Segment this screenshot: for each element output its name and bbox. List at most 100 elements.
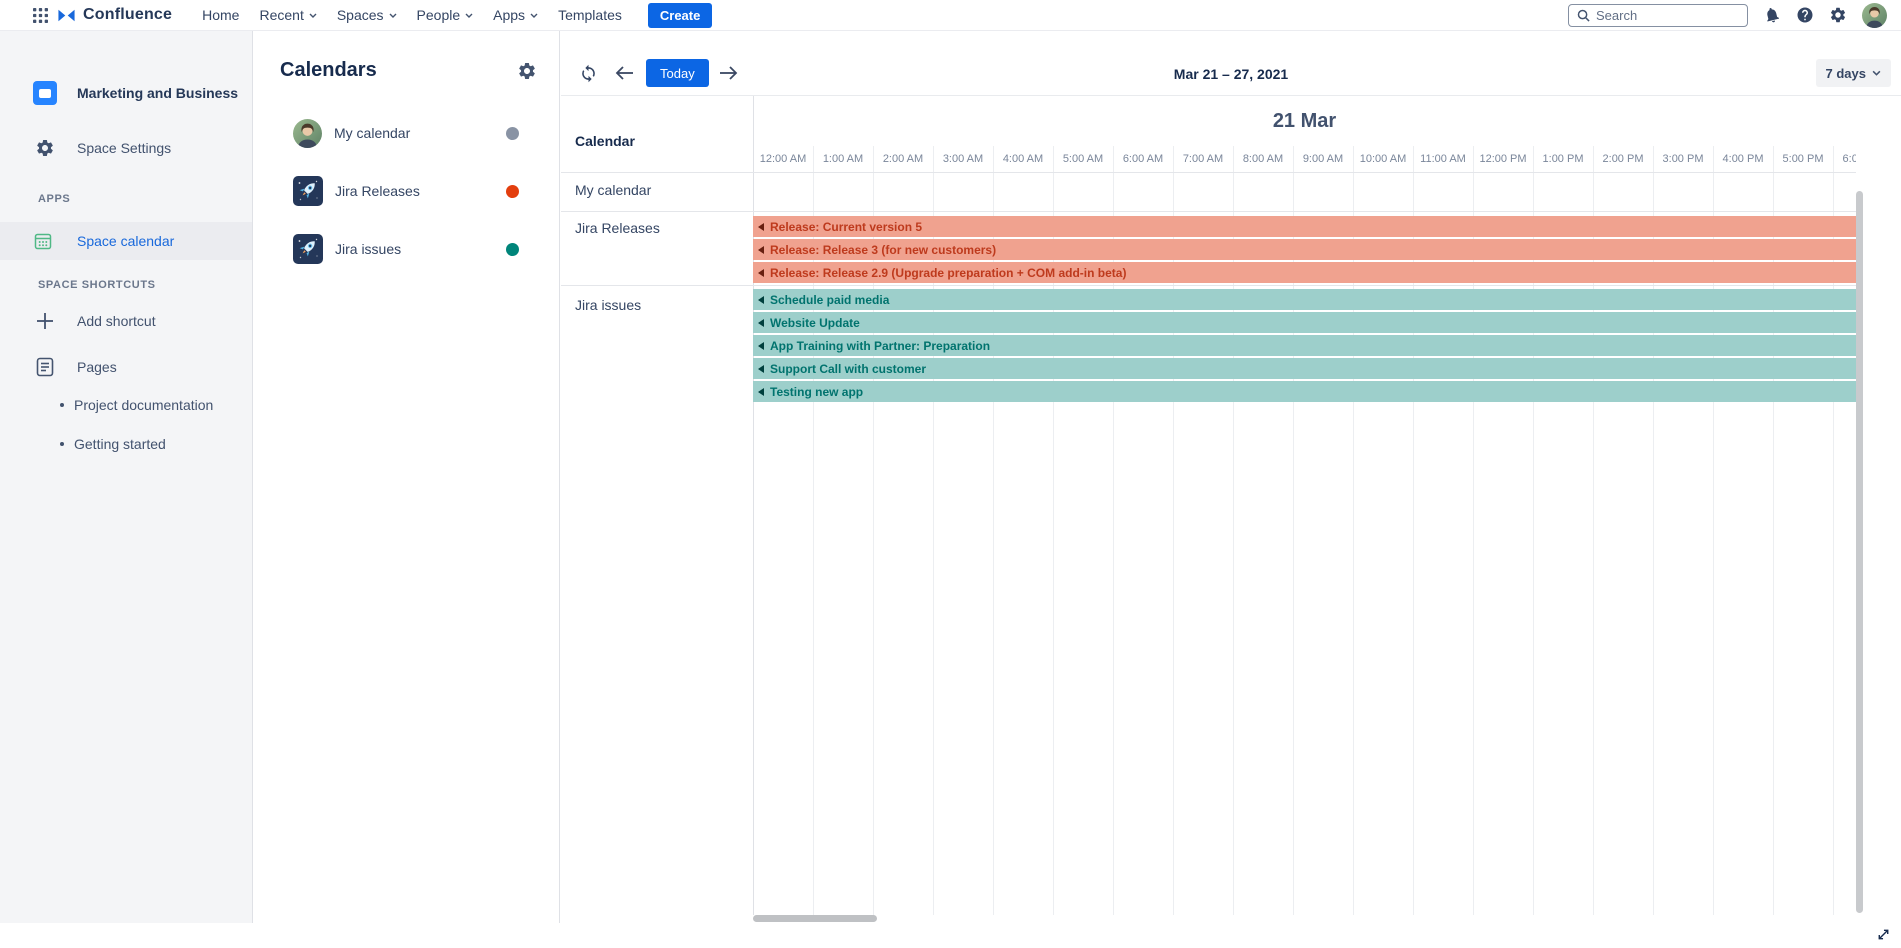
- search-box[interactable]: [1568, 4, 1748, 27]
- event-bar[interactable]: Schedule paid media: [753, 289, 1856, 310]
- event-bar[interactable]: Release: Current version 5: [753, 216, 1856, 237]
- nav-templates[interactable]: Templates: [548, 0, 632, 31]
- sidebar-item-space-settings[interactable]: Space Settings: [0, 130, 252, 166]
- row-divider: [561, 172, 1856, 173]
- event-bar[interactable]: Release: Release 3 (for new customers): [753, 239, 1856, 260]
- refresh-icon[interactable]: [576, 61, 600, 85]
- calendars-panel: Calendars My calendar: [254, 31, 560, 923]
- notifications-bell-icon[interactable]: [1761, 4, 1783, 26]
- event-title: Support Call with customer: [770, 362, 926, 376]
- bullet-icon: [60, 442, 64, 446]
- chevron-down-icon: [309, 13, 317, 18]
- space-header[interactable]: Marketing and Business: [0, 73, 252, 113]
- space-avatar-icon: [33, 81, 57, 105]
- event-title: Schedule paid media: [770, 293, 889, 307]
- row-label-jira-issues: Jira issues: [575, 297, 641, 313]
- primary-nav: Home Recent Spaces People Apps Templates: [192, 0, 632, 31]
- nav-home[interactable]: Home: [192, 0, 249, 31]
- continues-left-icon: [758, 342, 764, 350]
- my-calendar-avatar: [293, 119, 322, 148]
- chevron-down-icon: [1872, 70, 1881, 76]
- today-button[interactable]: Today: [646, 59, 709, 87]
- event-title: Website Update: [770, 316, 860, 330]
- event-title: Testing new app: [770, 385, 863, 399]
- row-divider: [561, 285, 1856, 286]
- calendar-list-item-jira-issues[interactable]: Jira issues: [254, 229, 559, 269]
- search-input[interactable]: [1596, 8, 1726, 23]
- calendar-list-item-my-calendar[interactable]: My calendar: [254, 113, 559, 153]
- time-axis: 12:00 AM 1:00 AM 2:00 AM 3:00 AM 4:00 AM…: [753, 146, 1856, 172]
- confluence-logo[interactable]: Confluence: [56, 5, 172, 26]
- add-shortcut-button[interactable]: Add shortcut: [0, 303, 252, 339]
- next-week-arrow-icon[interactable]: [716, 61, 740, 85]
- day-header: 21 Mar: [753, 110, 1856, 133]
- event-bar[interactable]: Testing new app: [753, 381, 1856, 402]
- space-name: Marketing and Business: [77, 85, 238, 101]
- row-label-jira-releases: Jira Releases: [575, 220, 660, 236]
- calendar-grid: 21 Mar 12:00 AM 1:00 AM 2:00 AM 3:00 AM …: [561, 95, 1901, 915]
- date-range-label: Mar 21 – 27, 2021: [561, 66, 1901, 82]
- calendar-color-dot[interactable]: [506, 185, 519, 198]
- sidebar-section-shortcuts: SPACE SHORTCUTS: [38, 279, 156, 291]
- sidebar-section-apps: APPS: [38, 193, 70, 205]
- chevron-down-icon: [465, 13, 473, 18]
- event-bar[interactable]: Release: Release 2.9 (Upgrade preparatio…: [753, 262, 1856, 283]
- settings-gear-icon[interactable]: [1829, 6, 1847, 24]
- row-label-my-calendar: My calendar: [575, 182, 651, 198]
- event-title: Release: Current version 5: [770, 220, 922, 234]
- previous-week-arrow-icon[interactable]: [613, 61, 637, 85]
- bullet-icon: [60, 403, 64, 407]
- nav-recent[interactable]: Recent: [249, 0, 326, 31]
- event-bar[interactable]: Support Call with customer: [753, 358, 1856, 379]
- range-selector-button[interactable]: 7 days: [1816, 59, 1891, 87]
- continues-left-icon: [758, 246, 764, 254]
- pages-icon: [34, 356, 56, 378]
- calendar-main: Today Mar 21 – 27, 2021 7 days 21 Mar 12…: [561, 31, 1901, 923]
- plus-icon: [35, 311, 55, 331]
- continues-left-icon: [758, 269, 764, 277]
- page-link-getting-started[interactable]: Getting started: [0, 432, 252, 456]
- calendar-list-item-jira-releases[interactable]: Jira Releases: [254, 171, 559, 211]
- nav-apps[interactable]: Apps: [483, 0, 548, 31]
- resize-handle-icon[interactable]: [1876, 927, 1891, 942]
- chevron-down-icon: [530, 13, 538, 18]
- page-link-project-documentation[interactable]: Project documentation: [0, 393, 252, 417]
- event-bar[interactable]: Website Update: [753, 312, 1856, 333]
- calendars-panel-title: Calendars: [280, 59, 377, 82]
- calendar-color-dot[interactable]: [506, 127, 519, 140]
- user-avatar[interactable]: [1862, 3, 1887, 28]
- search-icon: [1577, 9, 1590, 22]
- app-switcher-icon[interactable]: [33, 8, 48, 23]
- calendar-icon: [33, 231, 53, 251]
- continues-left-icon: [758, 296, 764, 304]
- continues-left-icon: [758, 319, 764, 327]
- sidebar-item-space-calendar[interactable]: Space calendar: [0, 222, 252, 260]
- nav-spaces[interactable]: Spaces: [327, 0, 407, 31]
- chevron-down-icon: [389, 13, 397, 18]
- top-navigation: Confluence Home Recent Spaces People App…: [0, 0, 1901, 31]
- nav-people[interactable]: People: [407, 0, 484, 31]
- event-title: Release: Release 3 (for new customers): [770, 243, 996, 257]
- calendar-column-header: Calendar: [575, 133, 635, 149]
- confluence-app: { "colors": { "accent": "#0C66E4", "bran…: [0, 0, 1901, 948]
- row-divider: [561, 211, 1856, 212]
- event-title: App Training with Partner: Preparation: [770, 339, 990, 353]
- brand-name: Confluence: [83, 6, 172, 24]
- space-sidebar: Marketing and Business Space Settings AP…: [0, 31, 253, 923]
- continues-left-icon: [758, 365, 764, 373]
- help-icon[interactable]: [1796, 6, 1814, 24]
- vertical-scrollbar[interactable]: [1856, 191, 1863, 913]
- event-title: Release: Release 2.9 (Upgrade preparatio…: [770, 266, 1126, 280]
- event-bar[interactable]: App Training with Partner: Preparation: [753, 335, 1856, 356]
- create-button[interactable]: Create: [648, 3, 712, 28]
- calendar-color-dot[interactable]: [506, 243, 519, 256]
- confluence-logo-icon: [56, 5, 77, 26]
- rocket-icon: [293, 234, 323, 264]
- horizontal-scrollbar[interactable]: [753, 915, 877, 922]
- continues-left-icon: [758, 388, 764, 396]
- rocket-icon: [293, 176, 323, 206]
- gear-icon: [35, 138, 55, 158]
- continues-left-icon: [758, 223, 764, 231]
- calendars-settings-gear-icon[interactable]: [517, 61, 537, 81]
- sidebar-item-pages[interactable]: Pages: [0, 349, 252, 385]
